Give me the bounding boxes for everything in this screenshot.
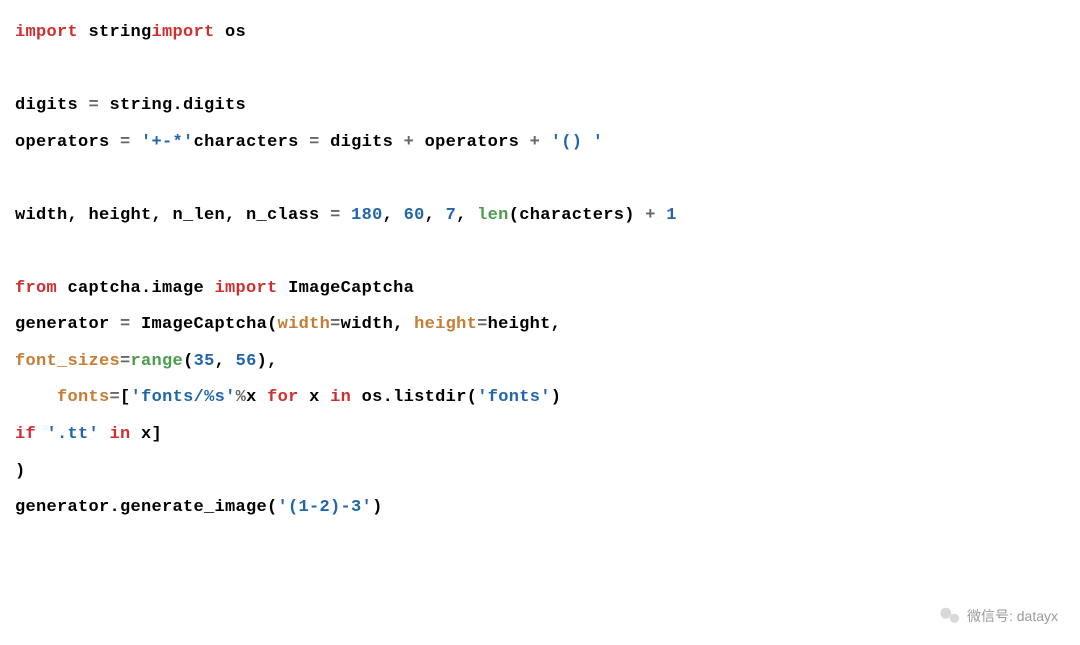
id: ( — [183, 352, 194, 371]
id: width, height, n_len, n_class — [15, 206, 330, 225]
code-line-14: generator.generate_image('(1-2)-3') — [15, 490, 1065, 527]
code-line-13: ) — [15, 454, 1065, 491]
fn: ImageCaptcha( — [131, 315, 278, 334]
fn: range — [131, 352, 184, 371]
watermark-label: 微信号: datayx — [967, 606, 1058, 626]
code-line-1: import stringimport os — [15, 15, 1065, 52]
id: generator.generate_image( — [15, 498, 278, 517]
str: '.tt' — [36, 425, 99, 444]
num: 56 — [236, 352, 257, 371]
param: width — [278, 315, 331, 334]
param: fonts — [57, 388, 110, 407]
code-line-9: generator = ImageCaptcha(width=width, he… — [15, 307, 1065, 344]
id: x — [246, 388, 267, 407]
id: x] — [131, 425, 163, 444]
str: 'fonts' — [477, 388, 551, 407]
op: = — [110, 388, 121, 407]
kw: if — [15, 425, 36, 444]
mod: captcha.image — [57, 279, 215, 298]
num: 7 — [446, 206, 457, 225]
code-line-blank — [15, 52, 1065, 89]
num: 35 — [194, 352, 215, 371]
num: 60 — [404, 206, 425, 225]
id: , — [456, 206, 477, 225]
param: font_sizes — [15, 352, 120, 371]
code-line-blank — [15, 161, 1065, 198]
id: operators — [414, 133, 530, 152]
id: string.digits — [99, 96, 246, 115]
id: os.listdir( — [351, 388, 477, 407]
str: '(1-2)-3' — [278, 498, 373, 517]
code-line-3: digits = string.digits — [15, 88, 1065, 125]
code-block: import stringimport os digits = string.d… — [15, 15, 1065, 527]
code-line-4: operators = '+-*'characters = digits + o… — [15, 125, 1065, 162]
op: = — [477, 315, 488, 334]
kw-import: import — [15, 23, 78, 42]
cls: ImageCaptcha — [278, 279, 415, 298]
id: ) — [551, 388, 562, 407]
id: (characters) — [509, 206, 646, 225]
kw: for — [267, 388, 299, 407]
id: string — [78, 23, 152, 42]
id: digits — [15, 96, 89, 115]
id: digits — [320, 133, 404, 152]
wechat-icon — [939, 605, 961, 627]
kw-import: import — [152, 23, 215, 42]
op: = — [120, 352, 131, 371]
code-line-8: from captcha.image import ImageCaptcha — [15, 271, 1065, 308]
id: os — [215, 23, 247, 42]
code-line-11: fonts=['fonts/%s'%x for x in os.listdir(… — [15, 380, 1065, 417]
id: ) — [372, 498, 383, 517]
op: = — [309, 133, 320, 152]
str: 'fonts/%s' — [131, 388, 236, 407]
id: operators — [15, 133, 120, 152]
str: '() ' — [540, 133, 603, 152]
op: = — [120, 133, 131, 152]
id: ), — [257, 352, 278, 371]
id: height, — [488, 315, 562, 334]
kw: in — [99, 425, 131, 444]
kw: in — [330, 388, 351, 407]
code-line-blank — [15, 234, 1065, 271]
id: , — [425, 206, 446, 225]
id: [ — [120, 388, 131, 407]
kw-from: from — [15, 279, 57, 298]
code-line-10: font_sizes=range(35, 56), — [15, 344, 1065, 381]
watermark: 微信号: datayx — [939, 605, 1058, 627]
code-line-6: width, height, n_len, n_class = 180, 60,… — [15, 198, 1065, 235]
id: generator — [15, 315, 120, 334]
op: % — [236, 388, 247, 407]
num: 180 — [341, 206, 383, 225]
fn: len — [477, 206, 509, 225]
op: = — [120, 315, 131, 334]
id: characters — [194, 133, 310, 152]
indent — [15, 388, 57, 407]
id: x — [299, 388, 331, 407]
id: ) — [15, 462, 26, 481]
op: = — [330, 206, 341, 225]
id: , — [383, 206, 404, 225]
op: = — [89, 96, 100, 115]
op: + — [404, 133, 415, 152]
code-line-12: if '.tt' in x] — [15, 417, 1065, 454]
str: '+-*' — [131, 133, 194, 152]
id: width, — [341, 315, 415, 334]
op: = — [330, 315, 341, 334]
id: , — [215, 352, 236, 371]
param: height — [414, 315, 477, 334]
num: 1 — [656, 206, 677, 225]
kw-import: import — [215, 279, 278, 298]
op: + — [645, 206, 656, 225]
op: + — [530, 133, 541, 152]
